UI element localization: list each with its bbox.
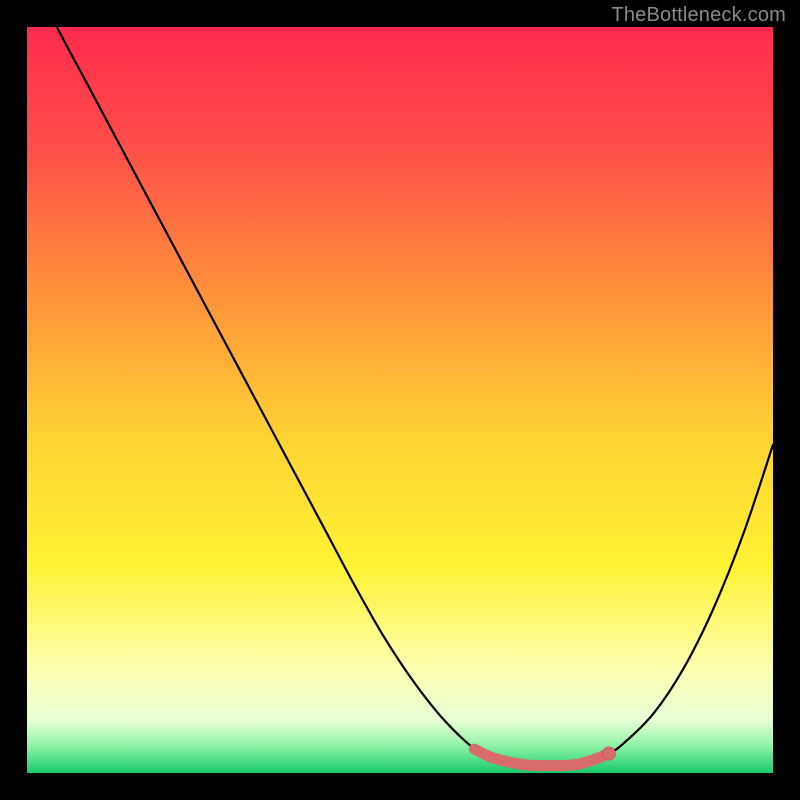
bottleneck-curve bbox=[27, 27, 773, 773]
plot-area bbox=[27, 27, 773, 773]
watermark-text: TheBottleneck.com bbox=[611, 4, 786, 27]
chart-frame: TheBottleneck.com bbox=[0, 0, 800, 800]
